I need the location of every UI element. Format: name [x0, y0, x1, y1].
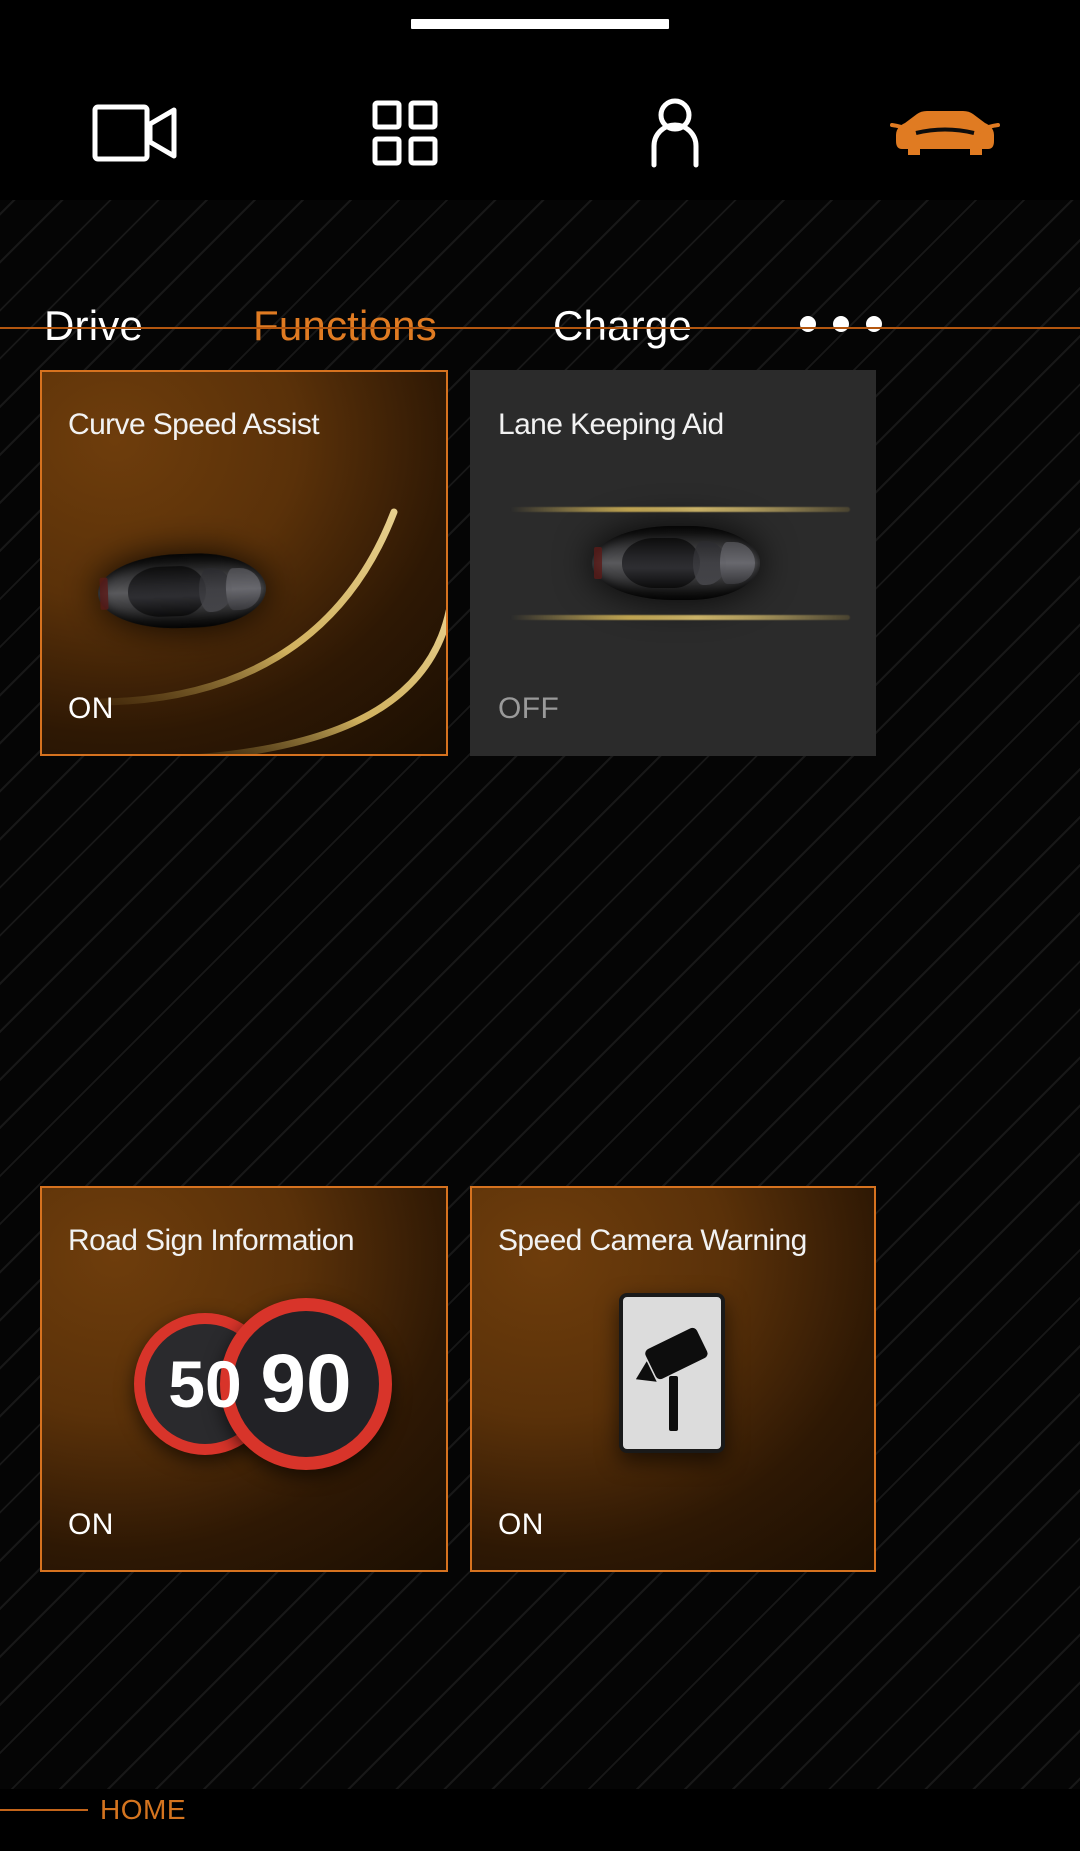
more-dot-2: [833, 316, 849, 332]
tab-charge[interactable]: Charge: [553, 305, 692, 347]
more-dot-1: [800, 316, 816, 332]
top-icon-bar: [0, 66, 1080, 200]
card-row-3: Distance Alert 90: [40, 1164, 1040, 1504]
apps-grid-button[interactable]: [270, 66, 540, 200]
app-root: Drive Functions Charge Curve Speed Assis…: [0, 0, 1080, 1851]
tab-bar: Drive Functions Charge: [0, 200, 1080, 390]
car-top-view-icon: [96, 551, 268, 631]
card-title: Lane Keeping Aid: [498, 408, 724, 441]
car-front-icon: [890, 111, 1000, 155]
card-curve-speed-assist[interactable]: Curve Speed Assist ON: [40, 370, 448, 756]
tab-divider: [0, 327, 1080, 329]
home-label[interactable]: HOME: [100, 1794, 186, 1826]
profile-button[interactable]: [540, 66, 810, 200]
card-status: ON: [498, 1508, 544, 1541]
card-status: OFF: [498, 692, 560, 725]
card-lane-keeping-aid[interactable]: Lane Keeping Aid OFF: [470, 370, 876, 756]
speed-sign-90-value: 90: [260, 1338, 352, 1429]
card-row-1: Curve Speed Assist ON Lane Keeping Aid O…: [40, 370, 1040, 756]
user-profile-icon: [651, 98, 699, 168]
video-camera-button[interactable]: [0, 66, 270, 200]
card-title: Curve Speed Assist: [68, 408, 320, 441]
lane-line-bottom-icon: [510, 615, 850, 620]
status-bar: [0, 0, 1080, 66]
speed-sign-50-value: 50: [168, 1347, 242, 1421]
video-camera-icon: [92, 104, 177, 162]
card-status: ON: [68, 692, 114, 725]
tab-functions[interactable]: Functions: [253, 305, 437, 347]
tab-drive[interactable]: Drive: [44, 305, 143, 347]
card-status: ON: [68, 1508, 114, 1541]
card-row-2: 50 90 Road Sign Information ON Speed Cam…: [40, 778, 1040, 1572]
vehicle-button[interactable]: [810, 66, 1080, 200]
lane-line-top-icon: [510, 507, 850, 512]
home-rule: [0, 1809, 88, 1811]
functions-grid: Curve Speed Assist ON Lane Keeping Aid O…: [40, 370, 1040, 1572]
grid-apps-icon: [372, 100, 438, 166]
home-indicator-handle[interactable]: [411, 19, 669, 29]
more-dot-3: [866, 316, 882, 332]
tab-more-options[interactable]: [800, 316, 882, 332]
bottom-bar: HOME: [0, 1789, 1080, 1851]
car-top-view-icon: [592, 526, 760, 600]
